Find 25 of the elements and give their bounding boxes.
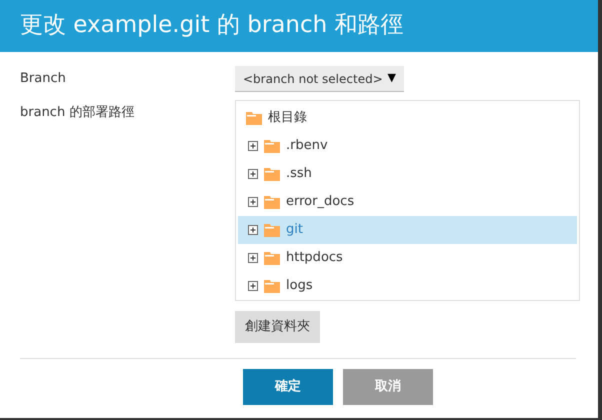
create-folder-button[interactable]: 創建資料夾 (235, 311, 320, 342)
expand-icon[interactable] (248, 253, 258, 263)
ok-button[interactable]: 確定 (243, 368, 333, 404)
branch-dropdown[interactable]: <branch not selected> ▼ (235, 66, 404, 92)
folder-icon (264, 167, 280, 181)
tree-item[interactable]: .rbenv (238, 132, 577, 160)
dialog-title: 更改 example.git 的 branch 和路徑 (20, 12, 404, 40)
tree-item[interactable]: logs (238, 272, 577, 300)
field-label: Branch (20, 70, 67, 88)
folder-icon (264, 195, 280, 209)
expand-icon[interactable] (248, 281, 258, 291)
expand-icon[interactable] (248, 141, 258, 151)
expand-icon[interactable] (248, 169, 258, 179)
folder-icon (264, 223, 280, 237)
folder-icon (246, 111, 262, 125)
tree-item[interactable]: httpdocs (238, 244, 577, 272)
expand-icon[interactable] (248, 197, 258, 207)
folder-icon (264, 139, 280, 153)
tree-item[interactable]: error_docs (238, 188, 577, 216)
tree-item[interactable]: 根目錄 (238, 104, 577, 132)
expand-icon[interactable] (248, 225, 258, 235)
folder-icon (264, 251, 280, 265)
tree-item[interactable]: .ssh (238, 160, 577, 188)
field-label: branch 的部署路徑 (20, 104, 136, 122)
folder-icon (264, 279, 280, 293)
